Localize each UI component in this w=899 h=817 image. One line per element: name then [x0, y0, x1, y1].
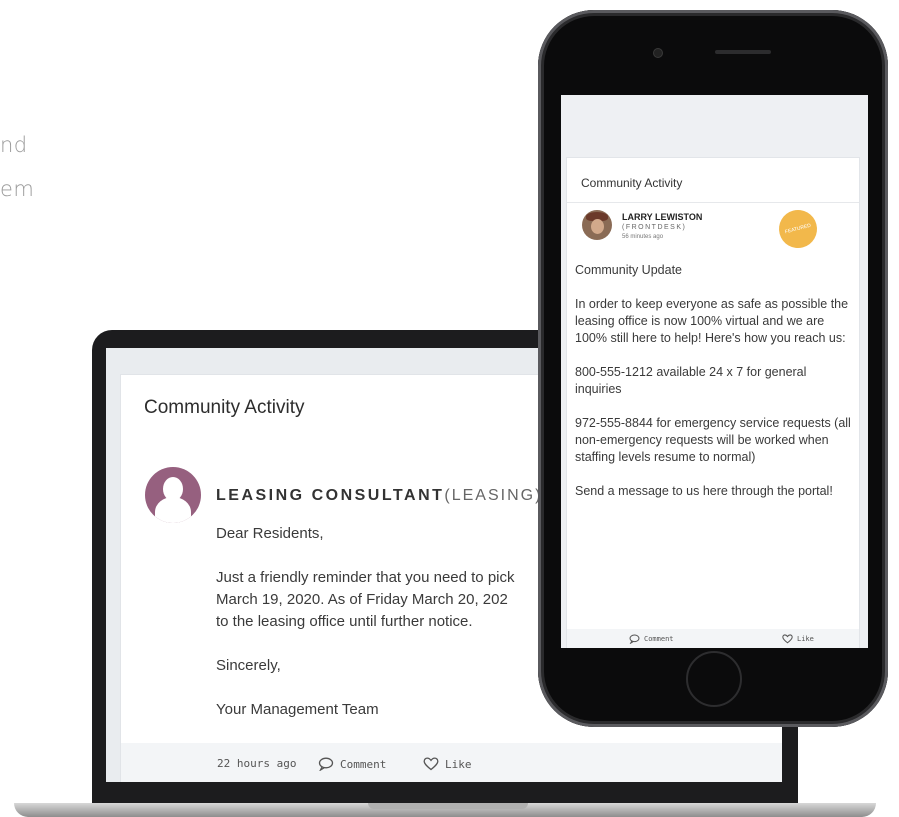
avatar[interactable]	[582, 210, 612, 240]
community-activity-card: Community Activity LARRY LEWISTON (FRONT…	[566, 157, 860, 648]
user-silhouette-body	[155, 497, 191, 523]
author-name-text: LEASING CONSULTANT	[216, 487, 445, 504]
post-paragraph: 800-555-1212 available 24 x 7 for genera…	[575, 365, 807, 396]
post-timestamp: 22 hours ago	[217, 757, 297, 770]
background-text-line-1: nd	[0, 133, 28, 157]
like-label: Like	[445, 757, 472, 771]
camera-icon	[653, 48, 663, 58]
comment-button[interactable]: Comment	[629, 634, 674, 644]
post-body: Community Update In order to keep everyo…	[575, 262, 855, 517]
card-title: Community Activity	[144, 397, 305, 418]
post-paragraph: Community Update	[575, 263, 682, 277]
post-paragraph: 972-555-8844 for emergency service reque…	[575, 416, 851, 464]
comment-icon	[629, 634, 640, 644]
divider	[567, 202, 859, 203]
post-paragraph: In order to keep everyone as safe as pos…	[575, 297, 849, 345]
comment-button[interactable]: Comment	[318, 757, 386, 771]
card-title: Community Activity	[581, 176, 683, 190]
phone-screen: Community Activity LARRY LEWISTON (FRONT…	[561, 95, 868, 648]
author-name[interactable]: LEASING CONSULTANT(LEASING)	[216, 487, 542, 505]
comment-label: Comment	[340, 757, 387, 771]
post-paragraph: Send a message to us here through the po…	[575, 484, 833, 498]
like-button[interactable]: Like	[423, 757, 472, 771]
like-button[interactable]: Like	[782, 634, 814, 644]
author-role: (FRONTDESK)	[622, 224, 687, 231]
author-name[interactable]: LARRY LEWISTON	[622, 212, 702, 222]
heart-icon	[423, 757, 439, 771]
avatar-photo-face	[591, 219, 604, 234]
laptop-notch	[368, 803, 528, 809]
post-footer: Comment Like	[567, 629, 859, 648]
post-timestamp: 56 minutes ago	[622, 234, 664, 240]
speaker-grille	[715, 50, 771, 54]
heart-icon	[782, 634, 793, 644]
post-footer: 22 hours ago Comment Like	[121, 743, 782, 782]
featured-badge: FEATURED	[774, 205, 822, 253]
comment-label: Comment	[644, 635, 674, 643]
author-role: (LEASING)	[444, 487, 543, 504]
like-label: Like	[797, 635, 814, 643]
comment-icon	[318, 757, 334, 771]
avatar[interactable]	[145, 467, 201, 523]
home-button[interactable]	[686, 651, 742, 707]
background-text-line-2: em	[0, 177, 35, 201]
